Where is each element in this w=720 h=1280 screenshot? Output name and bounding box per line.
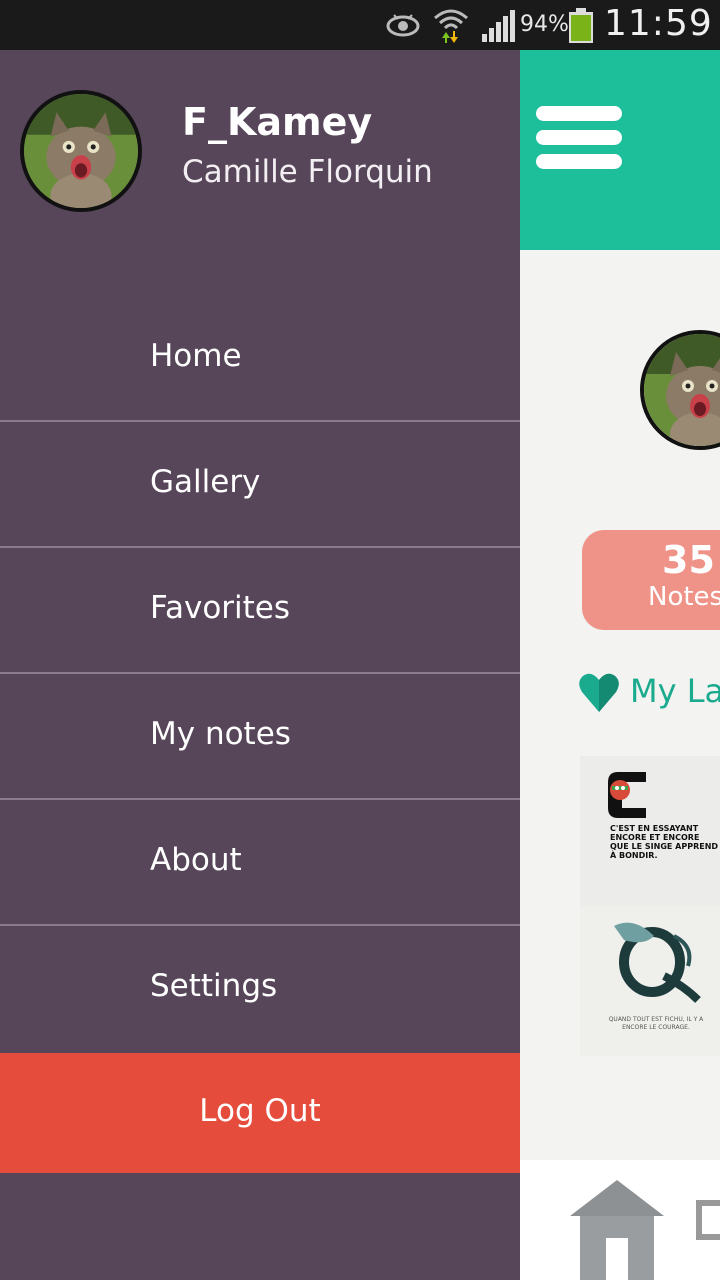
profile-avatar[interactable] bbox=[20, 90, 142, 212]
profile-full-name: Camille Florquin bbox=[182, 154, 433, 190]
notes-label: Notes bbox=[648, 582, 720, 612]
note-card[interactable]: QUAND TOUT EST FICHU, IL Y A ENCORE LE C… bbox=[580, 906, 720, 1056]
menu-item-favorites[interactable]: Favorites bbox=[0, 548, 520, 674]
eye-icon bbox=[386, 14, 420, 37]
battery-percent: 94% bbox=[520, 12, 569, 37]
tab-icon[interactable] bbox=[696, 1200, 720, 1240]
latest-section-header: My Lat bbox=[578, 670, 720, 716]
menu-item-gallery[interactable]: Gallery bbox=[0, 422, 520, 548]
notes-count-badge[interactable]: 35 Notes bbox=[582, 530, 720, 630]
navigation-drawer: F_Kamey Camille Florquin Home Gallery Fa… bbox=[0, 50, 520, 1280]
drawer-menu: Home Gallery Favorites My notes About Se… bbox=[0, 296, 520, 1052]
menu-item-settings[interactable]: Settings bbox=[0, 926, 520, 1052]
section-title: My Lat bbox=[630, 672, 720, 710]
heart-icon bbox=[579, 673, 619, 712]
logout-button[interactable]: Log Out bbox=[0, 1053, 520, 1173]
note-caption: QUAND TOUT EST FICHU, IL Y A ENCORE LE C… bbox=[608, 1016, 704, 1031]
battery-icon bbox=[569, 8, 593, 43]
menu-item-label: About bbox=[150, 842, 242, 878]
profile-username: F_Kamey bbox=[182, 100, 373, 144]
letter-q-illustration bbox=[614, 922, 701, 1003]
cat-photo bbox=[644, 334, 720, 446]
note-quote: C'EST EN ESSAYANT ENCORE ET ENCORE QUE L… bbox=[610, 824, 719, 860]
logout-label: Log Out bbox=[199, 1093, 321, 1129]
menu-item-my-notes[interactable]: My notes bbox=[0, 674, 520, 800]
notes-count: 35 bbox=[662, 538, 715, 582]
menu-item-label: Settings bbox=[150, 968, 278, 1004]
menu-item-about[interactable]: About bbox=[0, 800, 520, 926]
app-bar bbox=[520, 50, 720, 250]
menu-item-label: Gallery bbox=[150, 464, 261, 500]
clock: 11:59 bbox=[604, 3, 713, 44]
signal-icon bbox=[482, 10, 515, 42]
bottom-tab-bar bbox=[520, 1160, 720, 1280]
main-content: 35 Notes My Lat C'EST EN ESSAYANT ENCORE… bbox=[520, 50, 720, 1280]
wifi-icon bbox=[434, 9, 468, 43]
status-bar: 94% 11:59 bbox=[0, 0, 720, 50]
cat-photo bbox=[24, 94, 138, 208]
menu-item-home[interactable]: Home bbox=[0, 296, 520, 422]
menu-icon[interactable] bbox=[536, 106, 622, 170]
letter-c-illustration bbox=[608, 772, 646, 818]
menu-item-label: Favorites bbox=[150, 590, 291, 626]
note-card[interactable]: C'EST EN ESSAYANT ENCORE ET ENCORE QUE L… bbox=[580, 756, 720, 906]
menu-item-label: My notes bbox=[150, 716, 291, 752]
latest-notes-grid: C'EST EN ESSAYANT ENCORE ET ENCORE QUE L… bbox=[580, 756, 720, 1056]
menu-item-label: Home bbox=[150, 338, 242, 374]
home-icon[interactable] bbox=[570, 1176, 664, 1280]
